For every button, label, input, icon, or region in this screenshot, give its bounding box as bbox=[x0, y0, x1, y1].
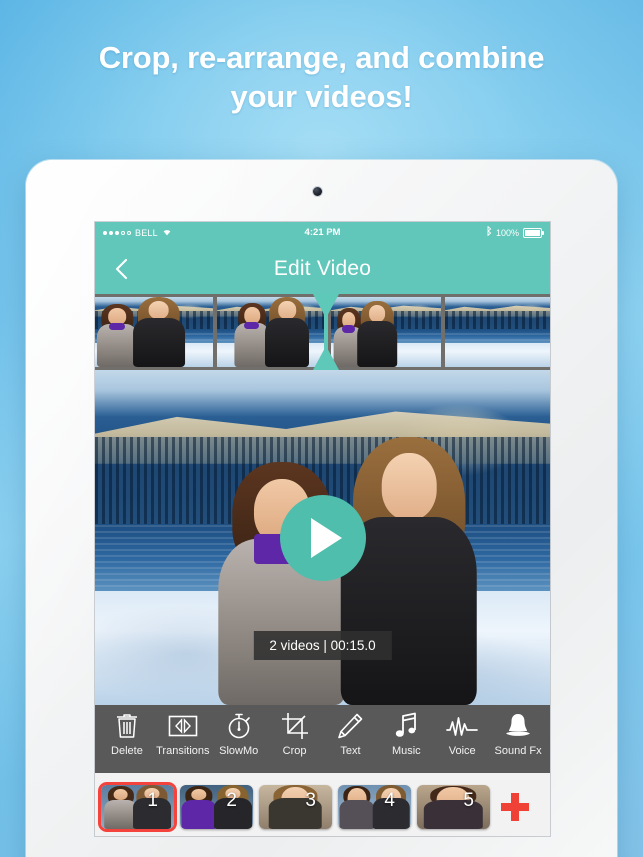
toolbar-label: Sound Fx bbox=[494, 745, 542, 757]
filmstrip-frame[interactable] bbox=[95, 297, 213, 367]
filmstrip-frame[interactable] bbox=[217, 297, 327, 367]
clip-number: 5 bbox=[463, 790, 474, 811]
crop-icon bbox=[281, 710, 309, 742]
clip-thumbnail-2[interactable]: 2 bbox=[180, 785, 253, 829]
transitions-icon bbox=[168, 710, 198, 742]
waveform-icon bbox=[446, 710, 479, 742]
battery-full-icon bbox=[523, 228, 544, 238]
clip-tray: 1 2 3 4 5 bbox=[95, 773, 550, 836]
status-bar: BELL 4:21 PM 100% bbox=[95, 222, 550, 244]
tablet-frame: BELL 4:21 PM 100% Edit Video 2 videos | … bbox=[26, 160, 617, 857]
bell-icon bbox=[504, 710, 532, 742]
clip-number: 1 bbox=[147, 790, 158, 811]
playhead-marker[interactable] bbox=[313, 294, 339, 370]
clip-number: 2 bbox=[226, 790, 237, 811]
toolbar-label: Text bbox=[340, 745, 361, 757]
timeline-filmstrip[interactable] bbox=[95, 294, 550, 370]
headline-line-1: Crop, re-arrange, and combine bbox=[98, 40, 545, 75]
play-button[interactable] bbox=[279, 494, 366, 581]
pencil-icon bbox=[336, 710, 364, 742]
toolbar-label: Delete bbox=[111, 745, 143, 757]
toolbar-item-delete[interactable]: Delete bbox=[100, 710, 154, 758]
toolbar-item-voice[interactable]: Voice bbox=[435, 710, 489, 758]
navigation-bar: Edit Video bbox=[95, 244, 550, 294]
filmstrip-frame[interactable] bbox=[331, 297, 441, 367]
toolbar-label: Voice bbox=[448, 745, 476, 757]
page-title: Edit Video bbox=[273, 257, 372, 280]
bluetooth-icon bbox=[486, 222, 492, 244]
video-info-badge: 2 videos | 00:15.0 bbox=[253, 631, 392, 660]
filmstrip-frame[interactable] bbox=[445, 297, 550, 367]
edit-toolbar: Delete Transitions SlowMo Crop Text Musi… bbox=[95, 705, 550, 773]
toolbar-item-slowmo[interactable]: SlowMo bbox=[212, 710, 266, 758]
toolbar-item-music[interactable]: Music bbox=[379, 710, 433, 758]
status-bar-right: 100% bbox=[486, 222, 544, 244]
clip-thumbnail-3[interactable]: 3 bbox=[259, 785, 332, 829]
battery-percent-label: 100% bbox=[495, 228, 519, 238]
add-clip-button[interactable] bbox=[500, 792, 530, 822]
clip-number: 3 bbox=[305, 790, 316, 811]
trash-icon bbox=[114, 710, 140, 742]
app-store-screenshot: Crop, re-arrange, and combine your video… bbox=[0, 0, 643, 857]
toolbar-item-crop[interactable]: Crop bbox=[268, 710, 322, 758]
music-note-icon bbox=[393, 710, 419, 742]
clip-thumbnail-1[interactable]: 1 bbox=[101, 785, 174, 829]
device-screen: BELL 4:21 PM 100% Edit Video 2 videos | … bbox=[95, 222, 550, 836]
clock-label: 4:21 PM bbox=[304, 227, 341, 238]
video-preview[interactable]: 2 videos | 00:15.0 bbox=[95, 370, 550, 705]
stopwatch-icon bbox=[226, 710, 252, 742]
clip-thumbnail-5[interactable]: 5 bbox=[417, 785, 490, 829]
front-camera-icon bbox=[313, 187, 322, 196]
subject-right bbox=[340, 437, 478, 705]
toolbar-item-transitions[interactable]: Transitions bbox=[156, 710, 210, 758]
clip-thumbnail-4[interactable]: 4 bbox=[338, 785, 411, 829]
promo-headline: Crop, re-arrange, and combine your video… bbox=[0, 38, 643, 116]
toolbar-label: Music bbox=[391, 745, 421, 757]
toolbar-item-sound-fx[interactable]: Sound Fx bbox=[491, 710, 545, 758]
toolbar-item-text[interactable]: Text bbox=[323, 710, 377, 758]
toolbar-label: SlowMo bbox=[219, 745, 259, 757]
headline-line-2: your videos! bbox=[230, 79, 413, 114]
toolbar-label: Transitions bbox=[156, 745, 210, 757]
toolbar-label: Crop bbox=[282, 745, 307, 757]
clip-number: 4 bbox=[384, 790, 395, 811]
